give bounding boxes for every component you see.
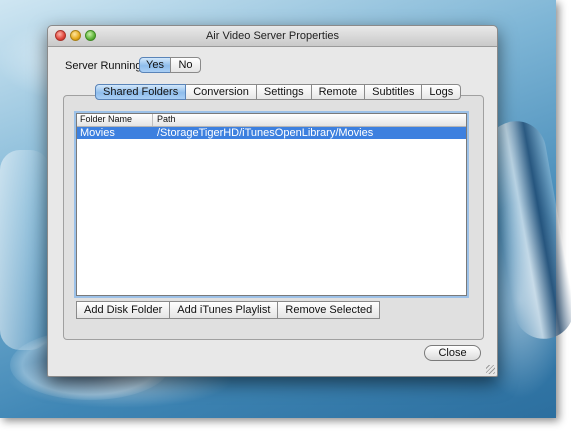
column-divider[interactable] [152, 114, 153, 126]
table-row[interactable]: Movies /StorageTigerHD/iTunesOpenLibrary… [77, 127, 466, 139]
folder-path-cell: /StorageTigerHD/iTunesOpenLibrary/Movies [157, 127, 374, 139]
column-header-folder-name[interactable]: Folder Name [80, 114, 132, 125]
shared-folders-table[interactable]: Folder Name Path Movies /StorageTigerHD/… [74, 111, 469, 298]
resize-grip-icon[interactable] [486, 365, 495, 374]
folder-name-cell: Movies [80, 127, 115, 139]
server-running-label: Server Running [65, 60, 142, 72]
properties-window: Air Video Server Properties Server Runni… [47, 25, 498, 377]
add-itunes-playlist-button[interactable]: Add iTunes Playlist [170, 301, 279, 319]
tab-conversion[interactable]: Conversion [186, 84, 257, 100]
column-header-path[interactable]: Path [157, 114, 176, 125]
tab-subtitles[interactable]: Subtitles [365, 84, 423, 100]
title-bar[interactable]: Air Video Server Properties [48, 26, 497, 47]
add-disk-folder-button[interactable]: Add Disk Folder [76, 301, 171, 319]
water-splash-decoration [0, 150, 50, 350]
folder-button-bar: Add Disk Folder Add iTunes Playlist Remo… [76, 301, 381, 319]
close-button[interactable]: Close [424, 345, 481, 361]
remove-selected-button[interactable]: Remove Selected [278, 301, 381, 319]
tab-shared-folders[interactable]: Shared Folders [95, 84, 187, 100]
server-yes-toggle[interactable]: Yes [139, 57, 171, 73]
tab-logs[interactable]: Logs [422, 84, 462, 100]
table-header: Folder Name Path [77, 114, 466, 127]
window-title: Air Video Server Properties [205, 30, 340, 42]
tab-remote[interactable]: Remote [311, 84, 366, 100]
tab-settings[interactable]: Settings [256, 84, 312, 100]
server-no-toggle[interactable]: No [170, 57, 201, 73]
tab-bar: Shared Folders Conversion Settings Remot… [95, 84, 462, 100]
